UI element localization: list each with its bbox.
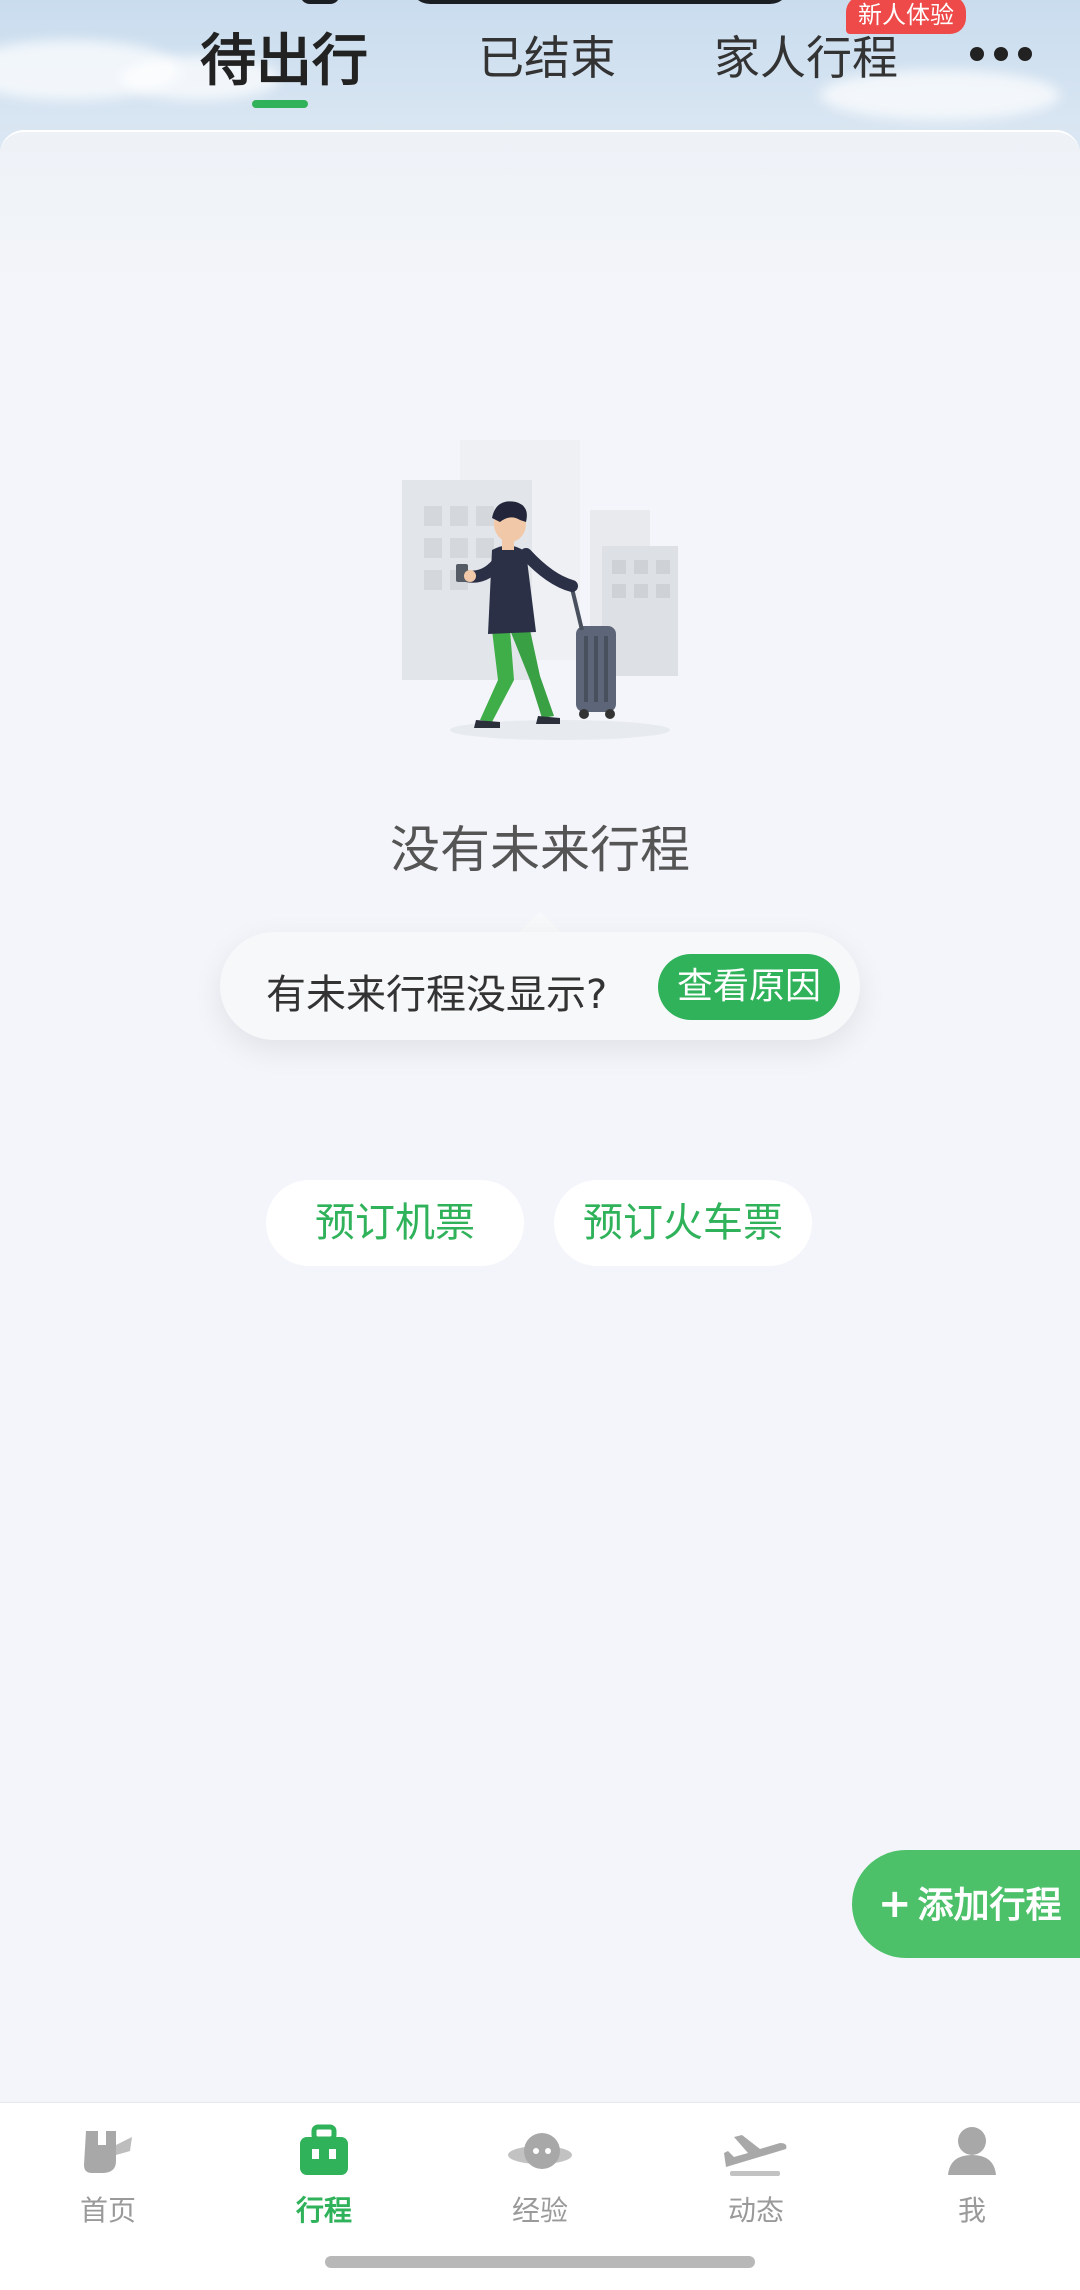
view-reason-button[interactable]: 查看原因	[658, 954, 840, 1020]
tabbar-label-me: 我	[957, 2194, 986, 2227]
home-indicator	[325, 2256, 755, 2268]
tabbar-item-home[interactable]: 首页	[48, 2123, 168, 2229]
add-trip-button[interactable]: + 添加行程	[852, 1850, 1080, 1958]
planet-icon	[508, 2133, 572, 2169]
active-tab-indicator	[252, 100, 308, 108]
trip-tabs: 待出行 已结束 家人行程 新人体验	[0, 0, 1080, 120]
missing-trip-tip: 有未来行程没显示? 查看原因	[220, 932, 860, 1040]
tab-finished[interactable]: 已结束	[478, 22, 616, 88]
empty-state-title: 没有未来行程	[390, 821, 690, 879]
plus-icon: +	[878, 1881, 912, 1927]
tabbar-label-experience: 经验	[511, 2194, 568, 2227]
add-trip-label: 添加行程	[917, 1885, 1062, 1926]
plane-icon	[724, 2135, 787, 2176]
briefcase-icon	[300, 2124, 348, 2175]
more-dots-icon[interactable]	[970, 40, 1034, 68]
traveler-with-suitcase-illustration	[402, 440, 678, 740]
tabbar-item-trips[interactable]: 行程	[264, 2123, 384, 2229]
tabbar-item-feed[interactable]: 动态	[696, 2123, 816, 2229]
tabbar-label-trips: 行程	[295, 2194, 352, 2227]
missing-trip-tip-text: 有未来行程没显示?	[266, 972, 608, 1018]
home-icon	[84, 2131, 132, 2173]
book-flight-button[interactable]: 预订机票	[266, 1180, 524, 1266]
tabbar-item-experience[interactable]: 经验	[480, 2123, 600, 2229]
tab-upcoming[interactable]: 待出行	[200, 16, 368, 97]
tabbar-label-home: 首页	[79, 2194, 136, 2227]
profile-icon	[948, 2127, 996, 2175]
tabbar-label-feed: 动态	[727, 2194, 784, 2227]
tabbar-item-me[interactable]: 我	[912, 2123, 1032, 2229]
new-user-badge: 新人体验	[846, 0, 966, 34]
book-train-button[interactable]: 预订火车票	[554, 1180, 812, 1266]
